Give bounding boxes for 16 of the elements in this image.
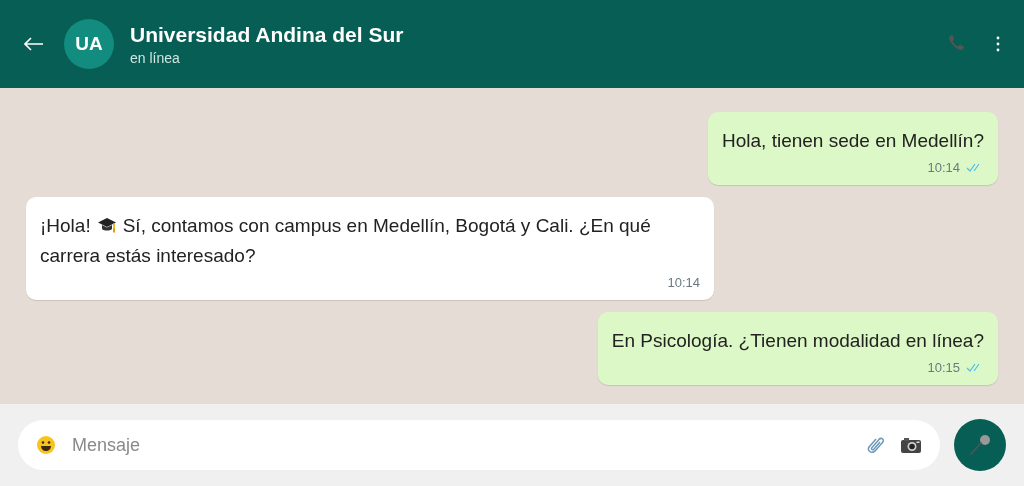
- more-options-icon[interactable]: [996, 36, 1000, 52]
- message-text: En Psicología. ¿Tienen modalidad en línea?: [611, 329, 984, 353]
- smiley-icon[interactable]: [36, 435, 56, 455]
- message-text: Hola, tienen sede en Medellín?: [722, 129, 984, 153]
- contact-name: Universidad Andina del Sur: [130, 22, 405, 47]
- camera-icon[interactable]: [900, 436, 922, 454]
- contact-status: en línea: [130, 49, 181, 66]
- voice-message-button[interactable]: [954, 419, 1006, 471]
- message-field[interactable]: Mensaje: [18, 420, 940, 470]
- avatar[interactable]: UA: [64, 19, 114, 69]
- back-arrow-icon[interactable]: [24, 37, 44, 51]
- message-time: 10:14: [667, 275, 700, 290]
- graduation-cap-icon: [96, 216, 117, 234]
- message-time: 10:14: [927, 160, 960, 175]
- message-text: ¡Hola! Sí, contamos con campus en Medellín, Bogotá y Cali. ¿En qué carrera estás interesado?: [40, 214, 652, 268]
- message-time: 10:15: [927, 360, 960, 375]
